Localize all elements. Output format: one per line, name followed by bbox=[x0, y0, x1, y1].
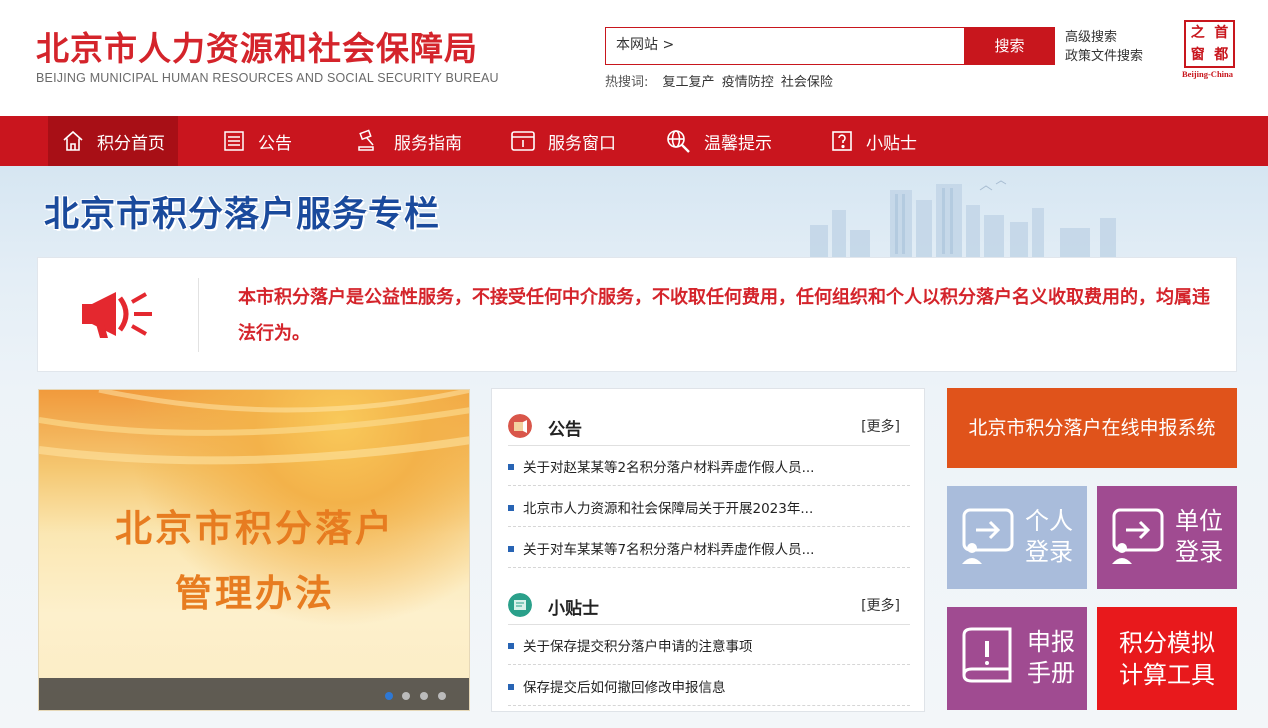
tips-more-link[interactable]: [更多] bbox=[861, 595, 900, 615]
search-globe-icon bbox=[667, 130, 690, 153]
tile-label: 登录 bbox=[1025, 538, 1073, 566]
list-item[interactable]: 关于保存提交积分落户申请的注意事项 bbox=[508, 625, 910, 665]
home-icon bbox=[63, 130, 83, 151]
online-application-button[interactable]: 北京市积分落户在线申报系统 bbox=[947, 388, 1237, 468]
unit-login-button[interactable]: 单位 登录 bbox=[1097, 486, 1237, 589]
nav-label: 温馨提示 bbox=[704, 133, 772, 154]
tile-label: 申报 bbox=[1027, 628, 1075, 656]
announcements-more-link[interactable]: [更多] bbox=[861, 416, 900, 436]
application-manual-button[interactable]: 申报 手册 bbox=[947, 607, 1087, 710]
announcement-icon bbox=[508, 414, 532, 438]
nav-item-announcements[interactable]: 公告 bbox=[222, 116, 292, 166]
tile-label: 登录 bbox=[1175, 538, 1223, 566]
tile-label: 积分模拟 bbox=[1119, 629, 1215, 657]
site-logo-cn[interactable]: 北京市人力资源和社会保障局 bbox=[36, 22, 478, 70]
slide-title-line1: 北京市积分落户 bbox=[115, 506, 395, 550]
capital-window-seal-logo[interactable]: 之 首 窗 都 bbox=[1184, 20, 1235, 68]
nav-item-tips[interactable]: 小贴士 bbox=[830, 116, 917, 166]
list-item[interactable]: 北京市人力资源和社会保障局关于开展2023年... bbox=[508, 487, 910, 527]
bullet-icon bbox=[508, 643, 514, 649]
nav-item-service-window[interactable]: 服务窗口 bbox=[510, 116, 616, 166]
bullet-icon bbox=[508, 505, 514, 511]
site-logo-en: BEIJING MUNICIPAL HUMAN RESOURCES AND SO… bbox=[36, 71, 499, 85]
notice-text: 本市积分落户是公益性服务，不接受任何中介服务，不收取任何费用，任何组织和个人以积… bbox=[238, 287, 1210, 344]
slide-title-line2: 管理办法 bbox=[175, 571, 335, 615]
tile-label: 手册 bbox=[1027, 659, 1075, 687]
bullet-icon bbox=[508, 464, 514, 470]
news-icon bbox=[224, 131, 244, 151]
hot-search-words: 热搜词: 复工复产 疫情防控 社会保险 bbox=[605, 71, 836, 90]
list-item-text: 关于对赵某某等2名积分落户材料弄虚作假人员... bbox=[523, 460, 815, 476]
bullet-icon bbox=[508, 684, 514, 690]
question-icon bbox=[832, 131, 852, 151]
nav-label: 服务窗口 bbox=[548, 133, 616, 154]
list-item-text: 北京市人力资源和社会保障局关于开展2023年... bbox=[523, 501, 814, 517]
public-service-notice: 本市积分落户是公益性服务，不接受任何中介服务，不收取任何费用，任何组织和个人以积… bbox=[37, 257, 1237, 372]
hot-search-label: 热搜词: bbox=[605, 75, 649, 90]
notice-divider bbox=[198, 278, 199, 352]
personal-login-button[interactable]: 个人 登录 bbox=[947, 486, 1087, 589]
nav-item-reminders[interactable]: 温馨提示 bbox=[664, 116, 772, 166]
nav-item-home[interactable]: 积分首页 bbox=[48, 116, 178, 166]
city-skyline-illustration bbox=[810, 180, 1116, 260]
nav-item-service-guide[interactable]: 服务指南 bbox=[356, 116, 462, 166]
search-button[interactable]: 搜索 bbox=[964, 27, 1055, 65]
hot-word-link[interactable]: 复工复产 bbox=[663, 75, 715, 90]
slide-caption-bar bbox=[39, 678, 469, 710]
nav-label: 小贴士 bbox=[866, 133, 917, 154]
announcements-header: 公告 [更多] bbox=[508, 406, 910, 446]
seal-caption: Beijing-China bbox=[1182, 69, 1234, 79]
slide-dot[interactable] bbox=[402, 692, 410, 700]
banner-title: 北京市积分落户服务专栏 bbox=[44, 195, 441, 235]
sunburst-decoration bbox=[39, 390, 469, 465]
tile-label: 单位 bbox=[1175, 507, 1223, 535]
window-icon bbox=[511, 131, 535, 151]
list-item-text: 关于对车某某等7名积分落户材料弄虚作假人员... bbox=[523, 542, 815, 558]
policy-search-link[interactable]: 政策文件搜索 bbox=[1065, 47, 1143, 66]
search-links: 高级搜索 政策文件搜索 bbox=[1065, 28, 1143, 66]
list-item[interactable]: 保存提交后如何撤回修改申报信息 bbox=[508, 666, 910, 706]
login-user-icon bbox=[1112, 508, 1164, 564]
slide-dot[interactable] bbox=[420, 692, 428, 700]
seal-char: 都 bbox=[1214, 47, 1229, 63]
news-panel: 公告 [更多] 关于对赵某某等2名积分落户材料弄虚作假人员... 北京市人力资源… bbox=[491, 388, 925, 712]
hot-word-link[interactable]: 疫情防控 bbox=[722, 75, 774, 90]
tips-icon bbox=[508, 593, 532, 617]
nav-label: 积分首页 bbox=[97, 133, 165, 154]
site-header: 北京市人力资源和社会保障局 BEIJING MUNICIPAL HUMAN RE… bbox=[0, 0, 1268, 116]
policy-slideshow[interactable]: 北京市积分落户 管理办法 bbox=[38, 389, 470, 711]
nav-label: 公告 bbox=[258, 133, 292, 154]
login-user-icon bbox=[962, 508, 1014, 564]
list-item[interactable]: 关于对车某某等7名积分落户材料弄虚作假人员... bbox=[508, 528, 910, 568]
search-scope-select[interactable]: 本网站 > bbox=[616, 34, 674, 54]
main-nav: 积分首页 公告 服务指南 服务窗口 温馨提示 小贴士 bbox=[0, 116, 1268, 166]
list-item[interactable]: 关于对赵某某等2名积分落户材料弄虚作假人员... bbox=[508, 446, 910, 486]
list-item-text: 保存提交后如何撤回修改申报信息 bbox=[523, 680, 726, 696]
bullet-icon bbox=[508, 546, 514, 552]
slide-dot[interactable] bbox=[438, 692, 446, 700]
announcements-title: 公告 bbox=[548, 420, 582, 440]
tips-header: 小贴士 [更多] bbox=[508, 585, 910, 625]
tile-label: 个人 bbox=[1025, 507, 1073, 535]
points-calculator-button[interactable]: 积分模拟 计算工具 bbox=[1097, 607, 1237, 710]
seal-char: 之 bbox=[1190, 25, 1205, 41]
hot-word-link[interactable]: 社会保险 bbox=[781, 75, 833, 90]
seal-char: 窗 bbox=[1190, 47, 1205, 63]
megaphone-icon bbox=[82, 292, 152, 338]
list-item-text: 关于保存提交积分落户申请的注意事项 bbox=[523, 639, 753, 655]
nav-label: 服务指南 bbox=[394, 133, 462, 154]
tips-title: 小贴士 bbox=[548, 599, 599, 619]
search-input[interactable]: 本网站 > bbox=[605, 27, 965, 65]
gavel-icon bbox=[358, 129, 374, 151]
manual-book-icon bbox=[962, 627, 1012, 683]
slide-dot-active[interactable] bbox=[385, 692, 393, 700]
advanced-search-link[interactable]: 高级搜索 bbox=[1065, 28, 1143, 47]
seal-char: 首 bbox=[1214, 25, 1229, 41]
tile-label: 计算工具 bbox=[1119, 661, 1215, 689]
